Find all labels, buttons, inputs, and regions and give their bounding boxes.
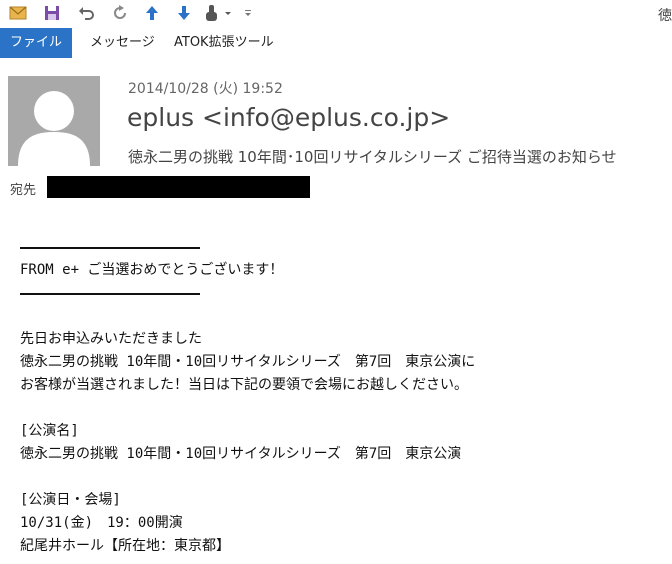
- body-line: 先日お申込みいただきました: [20, 331, 202, 347]
- ribbon-tabs: ファイル メッセージ ATOK拡張ツール: [0, 28, 672, 58]
- performance-name: 徳永二男の挑戦 10年間・10回リサイタルシリーズ 第7回 東京公演: [20, 446, 462, 462]
- mail-icon[interactable]: [8, 3, 28, 23]
- body-line: 徳永二男の挑戦 10年間・10回リサイタルシリーズ 第7回 東京公演に: [20, 354, 476, 370]
- avatar: [8, 76, 100, 166]
- divider: [20, 236, 660, 259]
- window-title: 徳: [658, 8, 672, 24]
- customize-icon[interactable]: [242, 3, 262, 23]
- quick-access-toolbar: 徳: [0, 0, 672, 26]
- message-date: 2014/10/28 (火) 19:52: [128, 81, 283, 97]
- recipient-redacted: [47, 176, 310, 198]
- chevron-down-icon[interactable]: [222, 3, 242, 23]
- section-title: [公演名]: [20, 423, 79, 439]
- divider: [20, 282, 660, 305]
- section-title: [公演日・会場]: [20, 492, 121, 508]
- tab-file[interactable]: ファイル: [0, 28, 72, 58]
- subject: 徳永二男の挑戦 10年間･10回リサイタルシリーズ ご招待当選のお知らせ: [128, 148, 617, 166]
- tab-message[interactable]: メッセージ: [90, 28, 155, 58]
- performance-date: 10/31(金) 19：00開演: [20, 515, 183, 531]
- touch-mode-icon[interactable]: [202, 3, 222, 23]
- greeting: FROM e+ ご当選おめでとうございます！: [20, 262, 284, 278]
- message-body: FROM e+ ご当選おめでとうございます！ 先日お申込みいただきました 徳永二…: [20, 236, 660, 558]
- tab-atok[interactable]: ATOK拡張ツール: [174, 28, 274, 58]
- save-icon[interactable]: [42, 3, 62, 23]
- redo-icon[interactable]: [110, 3, 130, 23]
- down-arrow-icon[interactable]: [174, 3, 194, 23]
- undo-icon[interactable]: [76, 3, 96, 23]
- sender[interactable]: eplus <info@eplus.co.jp>: [127, 103, 450, 132]
- to-label: 宛先: [10, 183, 37, 198]
- body-line: お客様が当選されました！当日は下記の要領で会場にお越しください。: [20, 377, 468, 393]
- up-arrow-icon[interactable]: [142, 3, 162, 23]
- venue: 紀尾井ホール【所在地：東京都】: [20, 538, 230, 554]
